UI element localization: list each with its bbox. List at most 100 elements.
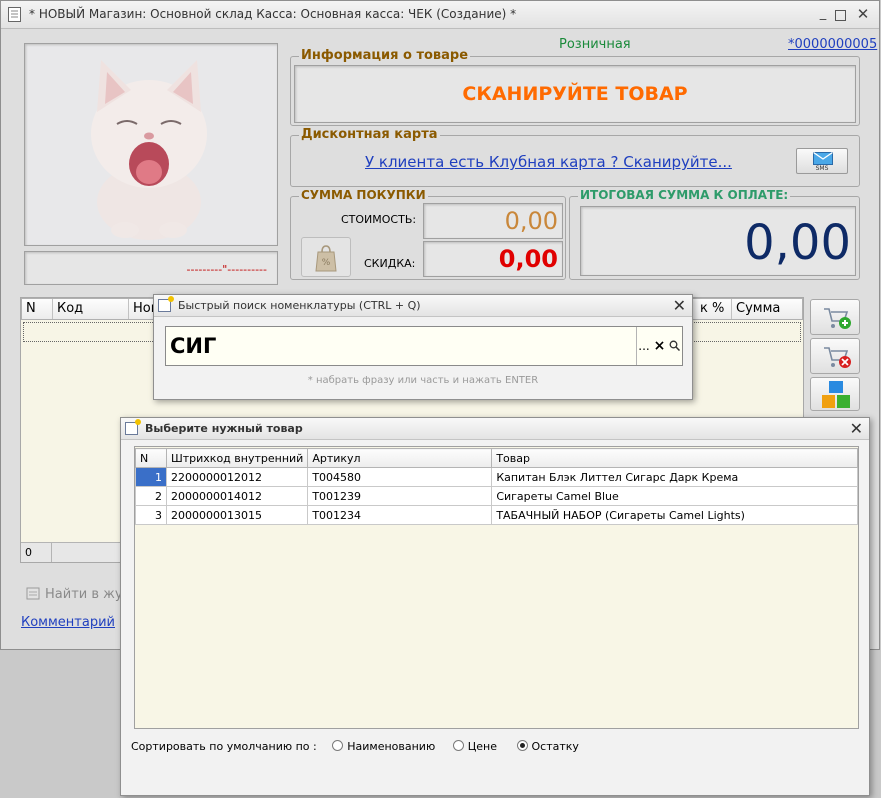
add-to-cart-button[interactable] [810,299,860,335]
row-article: T004580 [307,467,493,487]
scan-product-message: СКАНИРУЙТЕ ТОВАР [462,83,688,105]
sort-by-price-label: Цене [467,740,497,753]
radio-icon [452,740,464,751]
send-sms-button[interactable]: SMS [796,148,848,174]
product-select-table: N Штрихкод внутренний Артикул Товар 1 22… [135,448,858,525]
column-article[interactable]: Артикул [307,448,493,468]
row-barcode: 2000000014012 [165,486,309,506]
select-product-title: Выберите нужный товар [145,422,303,435]
shopping-bag-icon: % [315,245,337,272]
row-number: 3 [135,505,167,525]
table-row[interactable]: 2 2000000014012 T001239 Сигареты Camel B… [135,486,858,506]
quick-search-input[interactable]: СИГ ... × [165,326,683,366]
cart-add-icon [824,308,851,329]
bag-button[interactable]: % [301,237,351,277]
column-code[interactable]: Код [53,299,129,319]
cost-field: 0,00 [423,203,563,239]
quick-search-close-icon[interactable]: ✕ [673,296,686,315]
column-barcode[interactable]: Штрихкод внутренний [165,448,309,468]
find-in-journal-button[interactable]: Найти в жур [45,587,131,602]
discount-card-legend: Дисконтная карта [299,127,440,142]
clear-button[interactable]: × [652,327,667,365]
table-row[interactable]: 1 2200000012012 T004580 Капитан Блэк Лит… [135,467,858,487]
column-product[interactable]: Товар [491,448,858,468]
scan-club-card-link[interactable]: У клиента есть Клубная карта ? Сканируйт… [365,153,732,171]
select-product-close-icon[interactable]: ✕ [850,419,863,438]
quick-search-title: Быстрый поиск номенклатуры (CTRL + Q) [178,299,421,312]
product-info-display: СКАНИРУЙТЕ ТОВАР [294,65,856,123]
window-title: * НОВЫЙ Магазин: Основной склад Касса: О… [29,7,517,21]
catalog-button[interactable] [810,377,860,411]
sort-by-name-radio[interactable]: Наименованию [332,740,435,753]
column-n[interactable]: N [22,299,53,319]
document-number-link[interactable]: *0000000005 [788,37,877,52]
product-info-group: Информация о товаре СКАНИРУЙТЕ ТОВАР [290,48,860,126]
discount-value: 0,00 [498,245,558,273]
quick-search-title-bar: Быстрый поиск номенклатуры (CTRL + Q) ✕ [154,295,692,317]
purchase-sum-group: СУММА ПОКУПКИ СТОИМОСТЬ: 0,00 % СКИДКА: … [290,188,566,280]
product-info-legend: Информация о товаре [299,48,471,63]
blocks-icon [822,381,850,408]
cashier-field: ---------"---------- [24,251,278,285]
product-select-grid[interactable]: N Штрихкод внутренний Артикул Товар 1 22… [134,446,859,729]
sort-by-price-radio[interactable]: Цене [452,740,497,753]
cost-label: СТОИМОСТЬ: [341,213,417,226]
table-row[interactable]: 3 2000000013015 T001234 ТАБАЧНЫЙ НАБОР (… [135,505,858,525]
row-article: T001234 [307,505,493,525]
cashier-name: ---------"---------- [186,263,267,276]
sort-options: Сортировать по умолчанию по : Наименован… [131,740,579,753]
minimize-button[interactable]: _ [815,6,831,22]
sort-by-stock-radio[interactable]: Остатку [516,740,579,753]
footer-divider [51,543,52,562]
radio-selected-icon [516,740,528,751]
discount-card-group: Дисконтная карта У клиента есть Клубная … [290,127,860,187]
quick-search-popup: Быстрый поиск номенклатуры (CTRL + Q) ✕ … [153,294,693,400]
sort-by-name-label: Наименованию [347,740,436,753]
product-photo-frame [24,43,278,246]
envelope-icon [813,152,833,165]
total-sum-group: ИТОГОВАЯ СУММА К ОПЛАТЕ: 0,00 [569,188,860,280]
kitten-photo [91,60,207,240]
form-icon [125,419,141,435]
form-icon [158,296,174,312]
row-product: Сигареты Camel Blue [491,486,858,506]
select-button[interactable]: ... [637,327,651,365]
row-product: Капитан Блэк Литтел Сигарс Дарк Крема [491,467,858,487]
row-article: T001239 [307,486,493,506]
discount-label: СКИДКА: [364,257,416,270]
cost-value: 0,00 [504,207,558,235]
quick-search-value: СИГ [170,334,217,358]
column-n[interactable]: N [135,448,167,468]
select-product-title-bar: Выберите нужный товар ✕ [121,418,869,440]
cart-remove-icon [824,347,851,368]
comment-link[interactable]: Комментарий [21,615,115,630]
discount-field: 0,00 [423,241,563,277]
total-sum-value: 0,00 [744,215,851,271]
quick-search-hint: * набрать фразу или часть и нажать ENTER [307,375,539,386]
row-product: ТАБАЧНЫЙ НАБОР (Сигареты Camel Lights) [491,505,858,525]
journal-icon [26,587,40,600]
row-number: 1 [135,467,167,487]
price-type-label: Розничная [559,37,631,52]
sort-label: Сортировать по умолчанию по : [131,740,317,753]
table-header-row: N Штрихкод внутренний Артикул Товар [135,448,858,468]
footer-count: 0 [25,546,32,559]
close-button[interactable]: ✕ [855,6,871,22]
total-sum-field: 0,00 [580,206,856,276]
row-number: 2 [135,486,167,506]
purchase-sum-legend: СУММА ПОКУПКИ [299,188,428,202]
document-icon [8,7,21,22]
column-discount-percent[interactable]: к % [696,299,732,319]
svg-text:%: % [322,258,331,268]
sms-label: SMS [815,165,829,172]
search-button[interactable] [667,327,682,365]
main-title-bar: * НОВЫЙ Магазин: Основной склад Касса: О… [1,1,879,29]
maximize-button[interactable] [835,10,846,21]
sort-by-stock-label: Остатку [531,740,579,753]
remove-from-cart-button[interactable] [810,338,860,374]
row-barcode: 2000000013015 [165,505,309,525]
row-barcode: 2200000012012 [165,467,309,487]
total-sum-legend: ИТОГОВАЯ СУММА К ОПЛАТЕ: [578,188,791,202]
radio-icon [332,740,344,751]
column-sum[interactable]: Сумма [732,299,804,319]
